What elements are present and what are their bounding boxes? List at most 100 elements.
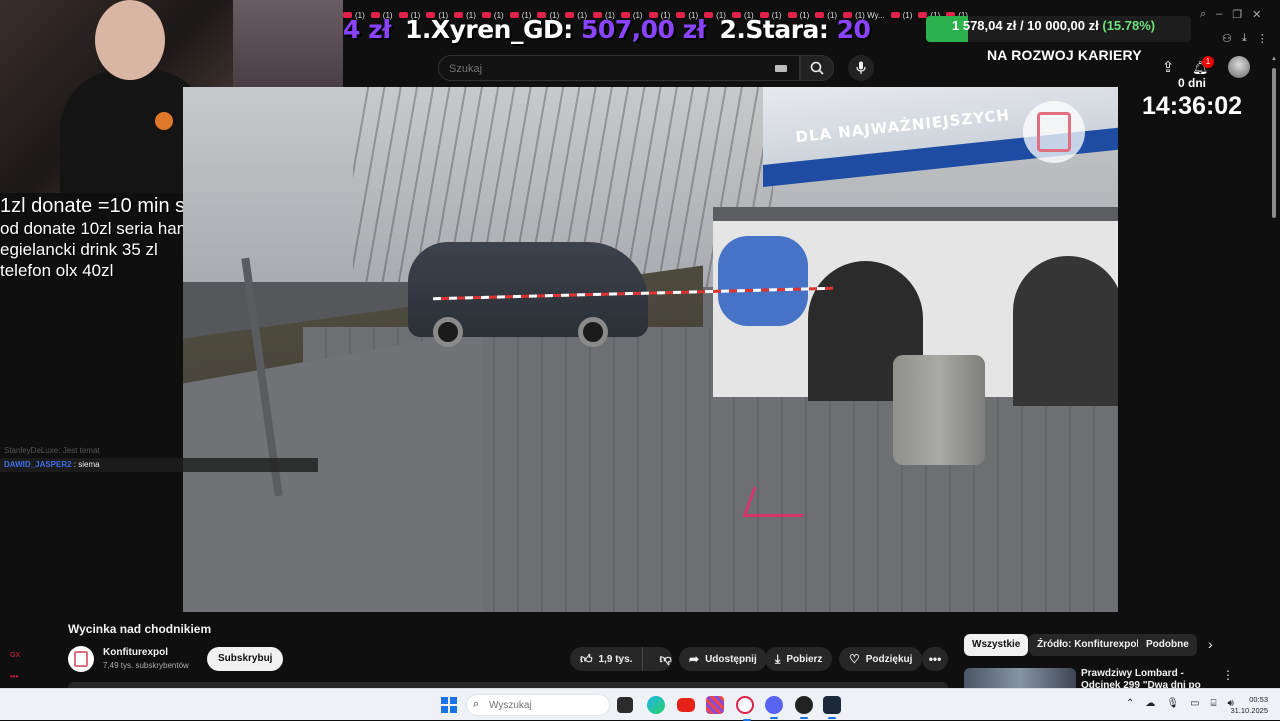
chat-username: DAWID_JASPER2 — [4, 460, 72, 469]
channel-avatar[interactable] — [68, 646, 94, 672]
windows-taskbar: ⌕ ⌃ ☁ 🎙︎ ▭ ⌸ 🔊︎ 00:53 31.10.2025 — [0, 688, 1280, 721]
chevron-right-icon[interactable]: › — [1208, 636, 1213, 652]
user-avatar[interactable] — [1228, 56, 1250, 78]
car-wheel — [433, 317, 463, 347]
dislike-button[interactable]: 👎︎ — [649, 647, 681, 671]
taskbar-clock[interactable]: 00:53 31.10.2025 — [1226, 694, 1268, 716]
youtube-search-box — [438, 55, 800, 81]
chat-message: StanleyDeLuxe: Jest temat — [0, 444, 318, 458]
donor-second: 2.Stara: 20 — [719, 14, 871, 44]
browser-tab[interactable]: (1) — [890, 10, 913, 20]
jar-icon — [74, 651, 88, 667]
search-icon: ⌕ — [473, 698, 480, 710]
clock-date: 31.10.2025 — [1230, 706, 1268, 715]
youtube-app-icon[interactable] — [677, 698, 695, 712]
scroll-up-icon[interactable]: ▲ — [1271, 56, 1277, 62]
page-scrollbar[interactable]: ▲ — [1270, 56, 1278, 686]
snipping-tool-icon[interactable] — [706, 696, 724, 714]
top-donors-overlay: 4 zł 1.Xyren_GD: 507,00 zł 2.Stara: 20 — [343, 12, 871, 46]
youtube-favicon-icon — [890, 12, 900, 18]
close-icon[interactable]: ✕ — [1252, 8, 1261, 21]
chip-all[interactable]: Wszystkie — [964, 634, 1029, 656]
scrollbar-thumb[interactable] — [1272, 68, 1276, 218]
cloud-icon[interactable]: ☁ — [1145, 698, 1155, 709]
recommendation-title[interactable]: Prawdziwy Lombard - Odcinek 299 "Dwa dni… — [1081, 668, 1211, 690]
chat-overlay: StanleyDeLuxe: Jest temat DAWID_JASPER2 :… — [0, 444, 318, 472]
windows-start-icon[interactable] — [441, 697, 457, 713]
more-vertical-icon[interactable]: ⋮ — [1222, 668, 1234, 682]
search-input[interactable] — [449, 60, 749, 78]
streamer-head — [95, 0, 165, 80]
browser-window-controls: ⌕ – ❐ ✕ — [1200, 8, 1261, 21]
download-icon: ⤓ — [775, 651, 781, 666]
jar-icon — [1037, 112, 1071, 152]
browser-toolbar-icons: ⚇ ⤓ ⋮ — [1222, 32, 1268, 45]
pink-paint-mark — [742, 487, 814, 517]
create-upload-icon[interactable]: ⇪ — [1160, 60, 1176, 76]
voice-search-button[interactable] — [848, 55, 874, 81]
thumbs-down-icon: 👎︎ — [659, 651, 672, 666]
recommendation-thumbnail[interactable] — [964, 668, 1076, 690]
subscriber-count: 7,49 tys. subskrybentów — [103, 661, 189, 670]
opera-gx-icon[interactable] — [736, 696, 754, 721]
channel-watermark[interactable] — [1023, 101, 1085, 163]
obs-icon[interactable] — [795, 696, 813, 719]
display-icon[interactable]: ▭ — [1190, 698, 1199, 709]
more-actions-button[interactable]: ••• — [922, 647, 948, 671]
share-button[interactable]: ➦ Udostępnij — [679, 647, 767, 671]
profile-icon[interactable]: ⚇ — [1222, 32, 1232, 45]
concrete-bin — [893, 355, 985, 465]
edge-browser-icon[interactable] — [647, 696, 665, 714]
menu-icon[interactable]: ⋮ — [1257, 32, 1268, 45]
donor-partial: 4 zł — [343, 14, 391, 44]
donor-first: 1.Xyren_GD: 507,00 zł — [404, 14, 706, 44]
clock-time: 00:53 — [1249, 695, 1268, 704]
minimize-icon[interactable]: – — [1216, 8, 1222, 21]
discord-icon[interactable] — [765, 696, 783, 719]
keyboard-icon[interactable] — [775, 65, 787, 72]
career-goal-label: NA ROZWOJ KARIERY — [987, 47, 1142, 63]
taskbar-search-input[interactable] — [489, 698, 599, 713]
chat-text: : siema — [71, 460, 100, 469]
like-button[interactable]: 👍︎ 1,9 tys. — [570, 647, 644, 671]
download-button[interactable]: ⤓ Pobierz — [765, 647, 833, 671]
thumbs-up-icon: 👍︎ — [580, 651, 593, 666]
notification-badge: 1 — [1202, 56, 1214, 68]
share-label: Udostępnij — [705, 653, 757, 665]
chip-source[interactable]: Źródło: Konfiturexpol — [1029, 634, 1148, 656]
subscribe-button[interactable]: Subskrybuj — [207, 647, 284, 671]
shirt-logo — [155, 112, 173, 130]
system-tray: ⌃ ☁ 🎙︎ ▭ ⌸ 🔊︎ — [1126, 698, 1234, 709]
microphone-icon — [856, 61, 866, 74]
stream-timer: 14:36:02 — [1142, 92, 1243, 120]
chat-username: StanleyDeLuxe — [4, 446, 59, 455]
chip-similar[interactable]: Podobne — [1138, 634, 1197, 656]
tab-label: (1) — [902, 10, 913, 20]
download-label: Pobierz — [786, 653, 823, 665]
video-player[interactable]: DLA NAJWAŻNIEJSZYCH — [183, 87, 1118, 612]
gx-label: GX — [10, 652, 21, 659]
thanks-heart-icon: ♡ — [849, 652, 860, 666]
chevron-up-icon[interactable]: ⌃ — [1126, 698, 1134, 709]
channel-name[interactable]: Konfiturexpol — [103, 647, 168, 658]
network-icon[interactable]: ⌸ — [1211, 698, 1217, 709]
share-arrow-icon: ➦ — [689, 652, 700, 666]
graffiti — [718, 236, 808, 326]
video-car — [408, 242, 648, 347]
days-counter: 0 dni — [1178, 76, 1207, 90]
steam-icon[interactable] — [823, 696, 841, 719]
thanks-button[interactable]: ♡ Podziękuj — [839, 647, 923, 671]
microphone-icon[interactable]: 🎙︎ — [1166, 698, 1179, 709]
chat-text: : Jest temat — [58, 446, 100, 455]
search-icon — [810, 61, 824, 75]
search-icon[interactable]: ⌕ — [1200, 8, 1206, 21]
download-icon[interactable]: ⤓ — [1242, 32, 1247, 45]
side-dots: ••• — [10, 672, 19, 681]
task-view-icon[interactable] — [617, 697, 633, 713]
car-wheel — [578, 317, 608, 347]
donation-goal-text: 1 578,04 zł / 10 000,00 zł (15.78%) — [952, 18, 1156, 33]
taskbar-search[interactable]: ⌕ — [466, 694, 610, 716]
restore-icon[interactable]: ❐ — [1232, 8, 1242, 21]
search-button[interactable] — [800, 55, 834, 81]
wall-arch — [1013, 256, 1118, 406]
